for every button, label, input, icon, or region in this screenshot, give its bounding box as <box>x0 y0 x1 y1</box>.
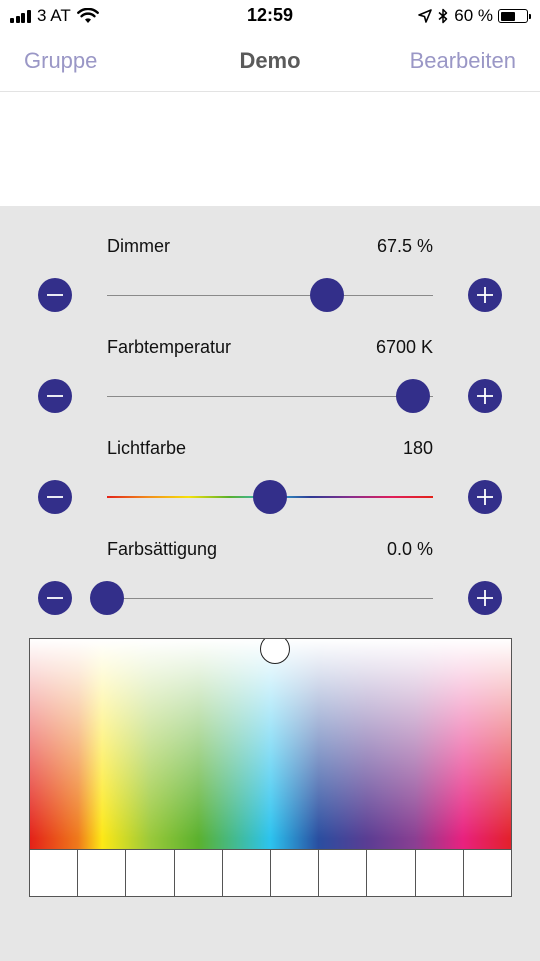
farbsaettigung-slider-thumb[interactable] <box>90 581 124 615</box>
plus-icon <box>477 287 493 303</box>
farbsaettigung-slider-track[interactable] <box>107 598 433 599</box>
lichtfarbe-decrease-button[interactable] <box>38 480 72 514</box>
color-swatch-4[interactable] <box>174 850 223 896</box>
farbtemperatur-decrease-button[interactable] <box>38 379 72 413</box>
battery-nub <box>529 14 531 19</box>
lichtfarbe-increase-button[interactable] <box>468 480 502 514</box>
status-bar: 3 AT 12:59 60 % <box>0 0 540 32</box>
plus-icon <box>477 388 493 404</box>
farbsaettigung-label: Farbsättigung <box>107 539 218 559</box>
farbtemperatur-label: Farbtemperatur <box>107 337 232 357</box>
color-swatch-3[interactable] <box>126 850 175 896</box>
color-swatch-1[interactable] <box>30 850 79 896</box>
lichtfarbe-slider-thumb[interactable] <box>253 480 287 514</box>
dimmer-label: Dimmer <box>107 236 170 256</box>
dimmer-value: 67.5 % <box>376 236 433 256</box>
color-swatch-row <box>29 849 512 897</box>
farbtemperatur-increase-button[interactable] <box>468 379 502 413</box>
minus-icon <box>47 294 63 296</box>
battery-icon <box>498 9 531 23</box>
farbtemperatur-slider-thumb[interactable] <box>396 379 431 413</box>
color-swatch-8[interactable] <box>367 850 416 896</box>
bluetooth-icon <box>438 8 448 24</box>
dimmer-increase-button[interactable] <box>468 278 502 312</box>
color-swatch-5[interactable] <box>222 850 272 896</box>
color-swatch-6[interactable] <box>271 850 320 896</box>
color-swatch-2[interactable] <box>78 850 127 896</box>
farbsaettigung-value: 0.0 % <box>386 539 433 559</box>
navigation-bar: Gruppe Demo Bearbeiten <box>0 32 540 92</box>
color-picker-field[interactable] <box>29 638 512 850</box>
farbtemperatur-slider-track[interactable] <box>107 396 433 397</box>
color-swatch-9[interactable] <box>415 850 464 896</box>
farbsaettigung-increase-button[interactable] <box>468 581 502 615</box>
lichtfarbe-value: 180 <box>402 438 433 458</box>
dimmer-slider-track[interactable] <box>107 295 433 296</box>
battery-percent: 60 % <box>454 6 493 25</box>
farbtemperatur-value: 6700 K <box>375 337 433 357</box>
edit-button[interactable]: Bearbeiten <box>410 48 516 74</box>
status-right: 60 % <box>418 5 531 27</box>
back-button-gruppe[interactable]: Gruppe <box>24 48 97 74</box>
plus-icon <box>477 489 493 505</box>
dimmer-decrease-button[interactable] <box>38 278 72 312</box>
farbsaettigung-decrease-button[interactable] <box>38 581 72 615</box>
plus-icon <box>477 590 493 606</box>
minus-icon <box>47 395 63 397</box>
lichtfarbe-label: Lichtfarbe <box>107 438 187 458</box>
battery-fill <box>500 11 515 21</box>
minus-icon <box>47 496 63 498</box>
dimmer-slider-thumb[interactable] <box>310 278 345 312</box>
color-swatch-10[interactable] <box>463 850 512 896</box>
color-picker-marker[interactable] <box>259 639 290 664</box>
color-swatch-7[interactable] <box>319 850 368 896</box>
minus-icon <box>47 597 63 599</box>
location-arrow-icon <box>418 9 433 23</box>
